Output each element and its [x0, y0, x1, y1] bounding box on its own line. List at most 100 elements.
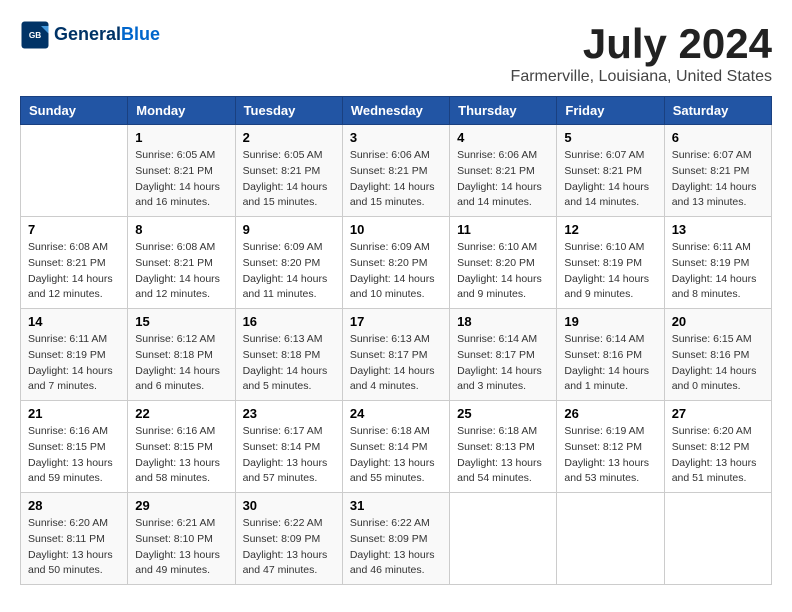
title-area: July 2024 Farmerville, Louisiana, United…: [511, 20, 772, 86]
header: GB GeneralBlue July 2024 Farmerville, Lo…: [20, 20, 772, 86]
calendar-cell: 20 Sunrise: 6:15 AM Sunset: 8:16 PM Dayli…: [664, 309, 771, 401]
calendar-cell: [450, 493, 557, 585]
day-number: 2: [243, 130, 335, 145]
calendar-cell: 17Sunrise: 6:13 AM Sunset: 8:17 PM Dayli…: [342, 309, 449, 401]
day-number: 31: [350, 498, 442, 513]
weekday-header-friday: Friday: [557, 97, 664, 125]
calendar-cell: 4Sunrise: 6:06 AM Sunset: 8:21 PM Daylig…: [450, 125, 557, 217]
logo-text-line1: GeneralBlue: [54, 25, 160, 45]
calendar-cell: 1 Sunrise: 6:05 AM Sunset: 8:21 PM Daylig…: [128, 125, 235, 217]
calendar-cell: 11Sunrise: 6:10 AM Sunset: 8:20 PM Dayli…: [450, 217, 557, 309]
calendar-week-row: 28 Sunrise: 6:20 AM Sunset: 8:11 PM Dayli…: [21, 493, 772, 585]
day-info: Sunrise: 6:18 AM Sunset: 8:13 PM Dayligh…: [457, 424, 549, 487]
day-info: Sunrise: 6:16 AM Sunset: 8:15 PM Dayligh…: [28, 424, 120, 487]
logo: GB GeneralBlue: [20, 20, 160, 50]
calendar-cell: 28 Sunrise: 6:20 AM Sunset: 8:11 PM Dayli…: [21, 493, 128, 585]
day-number: 29: [135, 498, 227, 513]
day-number: 15: [135, 314, 227, 329]
day-number: 21: [28, 406, 120, 421]
day-info: Sunrise: 6:11 AM Sunset: 8:19 PM Dayligh…: [28, 332, 120, 395]
day-info: Sunrise: 6:08 AM Sunset: 8:21 PM Dayligh…: [135, 240, 227, 303]
day-number: 25: [457, 406, 549, 421]
calendar-cell: 2 Sunrise: 6:05 AM Sunset: 8:21 PM Daylig…: [235, 125, 342, 217]
day-number: 3: [350, 130, 442, 145]
day-info: Sunrise: 6:17 AM Sunset: 8:14 PM Dayligh…: [243, 424, 335, 487]
calendar-cell: 29 Sunrise: 6:21 AM Sunset: 8:10 PM Dayli…: [128, 493, 235, 585]
day-info: Sunrise: 6:05 AM Sunset: 8:21 PM Dayligh…: [135, 148, 227, 211]
day-info: Sunrise: 6:20 AM Sunset: 8:11 PM Dayligh…: [28, 516, 120, 579]
weekday-header-saturday: Saturday: [664, 97, 771, 125]
day-info: Sunrise: 6:09 AM Sunset: 8:20 PM Dayligh…: [350, 240, 442, 303]
day-info: Sunrise: 6:15 AM Sunset: 8:16 PM Dayligh…: [672, 332, 764, 395]
weekday-header-thursday: Thursday: [450, 97, 557, 125]
day-number: 14: [28, 314, 120, 329]
calendar-cell: 7 Sunrise: 6:08 AM Sunset: 8:21 PM Daylig…: [21, 217, 128, 309]
calendar-cell: 12 Sunrise: 6:10 AM Sunset: 8:19 PM Dayli…: [557, 217, 664, 309]
day-info: Sunrise: 6:22 AM Sunset: 8:09 PM Dayligh…: [243, 516, 335, 579]
calendar-cell: 8 Sunrise: 6:08 AM Sunset: 8:21 PM Daylig…: [128, 217, 235, 309]
day-number: 18: [457, 314, 549, 329]
weekday-header-wednesday: Wednesday: [342, 97, 449, 125]
day-number: 13: [672, 222, 764, 237]
day-number: 19: [564, 314, 656, 329]
day-number: 20: [672, 314, 764, 329]
day-info: Sunrise: 6:13 AM Sunset: 8:18 PM Dayligh…: [243, 332, 335, 395]
calendar-cell: [557, 493, 664, 585]
calendar-cell: 13 Sunrise: 6:11 AM Sunset: 8:19 PM Dayli…: [664, 217, 771, 309]
calendar-cell: 15Sunrise: 6:12 AM Sunset: 8:18 PM Dayli…: [128, 309, 235, 401]
calendar-cell: 18 Sunrise: 6:14 AM Sunset: 8:17 PM Dayli…: [450, 309, 557, 401]
weekday-header-tuesday: Tuesday: [235, 97, 342, 125]
calendar-cell: 30 Sunrise: 6:22 AM Sunset: 8:09 PM Dayli…: [235, 493, 342, 585]
day-number: 8: [135, 222, 227, 237]
day-number: 7: [28, 222, 120, 237]
day-info: Sunrise: 6:22 AM Sunset: 8:09 PM Dayligh…: [350, 516, 442, 579]
weekday-header-sunday: Sunday: [21, 97, 128, 125]
svg-text:GB: GB: [29, 31, 41, 40]
day-info: Sunrise: 6:14 AM Sunset: 8:16 PM Dayligh…: [564, 332, 656, 395]
day-info: Sunrise: 6:10 AM Sunset: 8:19 PM Dayligh…: [564, 240, 656, 303]
day-info: Sunrise: 6:19 AM Sunset: 8:12 PM Dayligh…: [564, 424, 656, 487]
calendar-cell: 16 Sunrise: 6:13 AM Sunset: 8:18 PM Dayli…: [235, 309, 342, 401]
day-info: Sunrise: 6:05 AM Sunset: 8:21 PM Dayligh…: [243, 148, 335, 211]
calendar-cell: 26 Sunrise: 6:19 AM Sunset: 8:12 PM Dayli…: [557, 401, 664, 493]
day-number: 23: [243, 406, 335, 421]
day-info: Sunrise: 6:14 AM Sunset: 8:17 PM Dayligh…: [457, 332, 549, 395]
day-number: 1: [135, 130, 227, 145]
main-title: July 2024: [511, 20, 772, 68]
day-info: Sunrise: 6:21 AM Sunset: 8:10 PM Dayligh…: [135, 516, 227, 579]
calendar-cell: 9Sunrise: 6:09 AM Sunset: 8:20 PM Daylig…: [235, 217, 342, 309]
calendar-cell: 14 Sunrise: 6:11 AM Sunset: 8:19 PM Dayli…: [21, 309, 128, 401]
day-info: Sunrise: 6:07 AM Sunset: 8:21 PM Dayligh…: [564, 148, 656, 211]
day-info: Sunrise: 6:18 AM Sunset: 8:14 PM Dayligh…: [350, 424, 442, 487]
day-number: 22: [135, 406, 227, 421]
day-number: 28: [28, 498, 120, 513]
calendar-cell: 24Sunrise: 6:18 AM Sunset: 8:14 PM Dayli…: [342, 401, 449, 493]
day-info: Sunrise: 6:13 AM Sunset: 8:17 PM Dayligh…: [350, 332, 442, 395]
calendar-cell: 25 Sunrise: 6:18 AM Sunset: 8:13 PM Dayli…: [450, 401, 557, 493]
day-number: 30: [243, 498, 335, 513]
calendar-table: SundayMondayTuesdayWednesdayThursdayFrid…: [20, 96, 772, 585]
calendar-cell: 10 Sunrise: 6:09 AM Sunset: 8:20 PM Dayli…: [342, 217, 449, 309]
day-number: 16: [243, 314, 335, 329]
day-info: Sunrise: 6:11 AM Sunset: 8:19 PM Dayligh…: [672, 240, 764, 303]
calendar-cell: [21, 125, 128, 217]
day-info: Sunrise: 6:06 AM Sunset: 8:21 PM Dayligh…: [457, 148, 549, 211]
calendar-cell: [664, 493, 771, 585]
calendar-week-row: 21 Sunrise: 6:16 AM Sunset: 8:15 PM Dayli…: [21, 401, 772, 493]
day-number: 12: [564, 222, 656, 237]
day-number: 11: [457, 222, 549, 237]
day-number: 27: [672, 406, 764, 421]
calendar-cell: 21 Sunrise: 6:16 AM Sunset: 8:15 PM Dayli…: [21, 401, 128, 493]
calendar-cell: 19 Sunrise: 6:14 AM Sunset: 8:16 PM Dayli…: [557, 309, 664, 401]
weekday-header-row: SundayMondayTuesdayWednesdayThursdayFrid…: [21, 97, 772, 125]
day-info: Sunrise: 6:07 AM Sunset: 8:21 PM Dayligh…: [672, 148, 764, 211]
day-number: 10: [350, 222, 442, 237]
subtitle: Farmerville, Louisiana, United States: [511, 68, 772, 86]
day-number: 5: [564, 130, 656, 145]
calendar-cell: 6 Sunrise: 6:07 AM Sunset: 8:21 PM Daylig…: [664, 125, 771, 217]
day-info: Sunrise: 6:08 AM Sunset: 8:21 PM Dayligh…: [28, 240, 120, 303]
calendar-cell: 22Sunrise: 6:16 AM Sunset: 8:15 PM Dayli…: [128, 401, 235, 493]
calendar-cell: 27Sunrise: 6:20 AM Sunset: 8:12 PM Dayli…: [664, 401, 771, 493]
day-number: 26: [564, 406, 656, 421]
day-number: 6: [672, 130, 764, 145]
